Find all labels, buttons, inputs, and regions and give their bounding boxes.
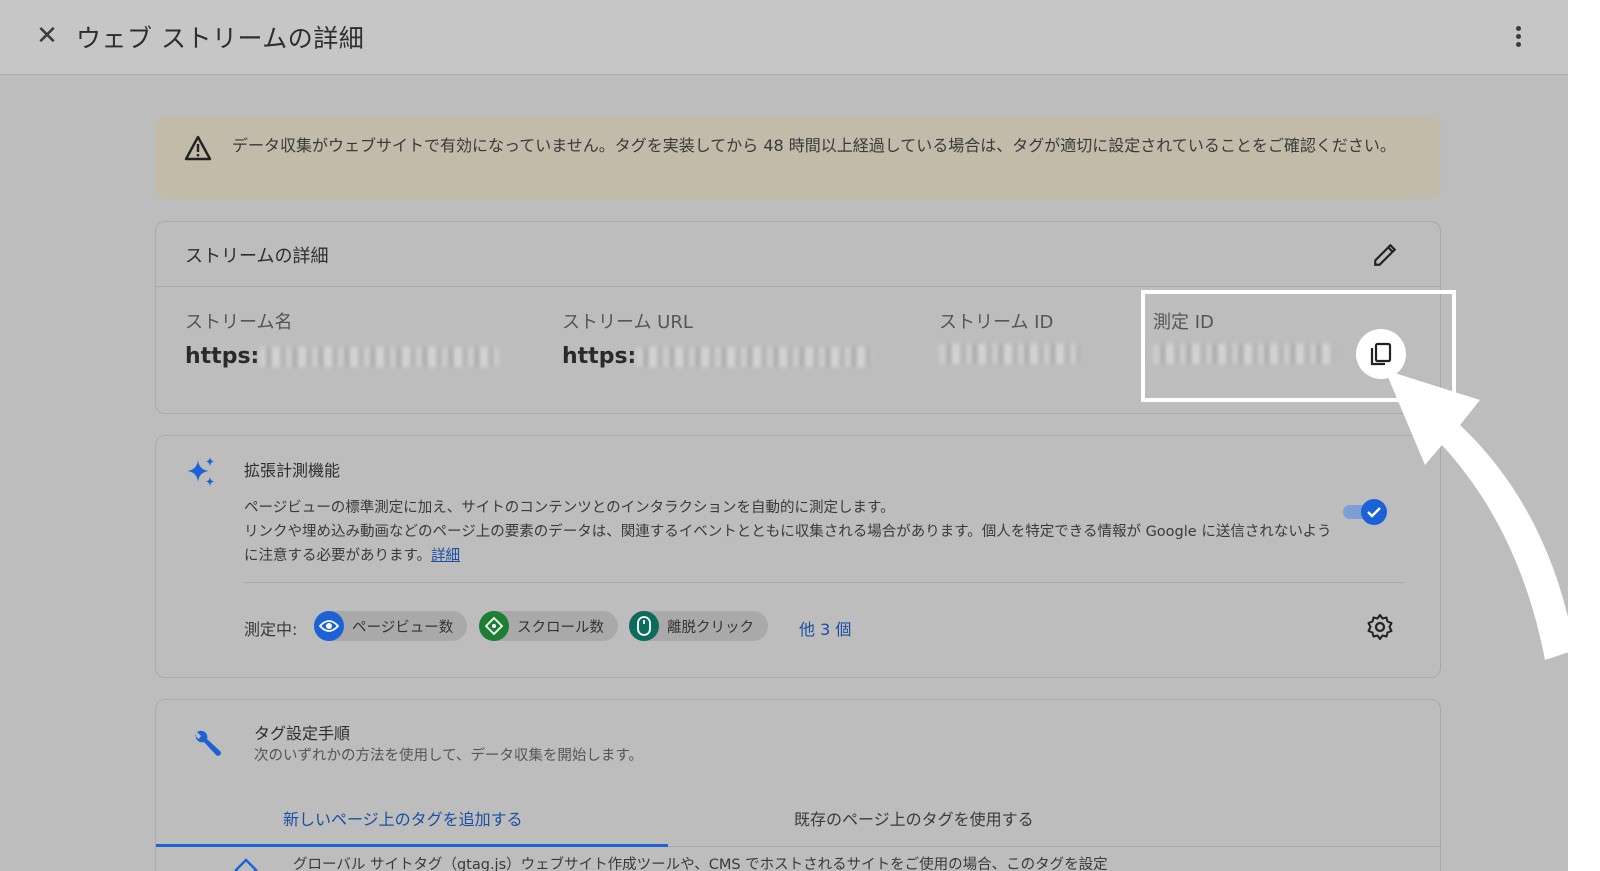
- stream-url-value[interactable]: https:: [562, 344, 873, 369]
- chip-outbound-clicks[interactable]: 離脱クリック: [629, 611, 768, 641]
- sparkle-icon: [187, 457, 214, 486]
- active-tab-indicator: [156, 844, 668, 847]
- tag-setup-subtitle: 次のいずれかの方法を使用して、データ収集を開始します。: [254, 748, 643, 764]
- stream-id-value[interactable]: [939, 344, 1079, 364]
- scroll-icon: [479, 611, 509, 641]
- more-vert-icon[interactable]: [1506, 24, 1530, 52]
- enhanced-description: ページビューの標準測定に加え、サイトのコンテンツとのインタラクションを自動的に測…: [244, 496, 1334, 568]
- pencil-icon[interactable]: [1372, 242, 1398, 268]
- chip-scrolls-label: スクロール数: [517, 619, 604, 636]
- eye-icon: [314, 611, 344, 641]
- global-site-tag-text: グローバル サイトタグ（gtag.js）ウェブサイト作成ツールや、CMS でホス…: [293, 857, 1108, 871]
- chip-page-views[interactable]: ページビュー数: [314, 611, 468, 641]
- tab-add-new-tag[interactable]: 新しいページ上のタグを追加する: [283, 806, 523, 830]
- tab-use-existing-tag[interactable]: 既存のページ上のタグを使用する: [794, 806, 1034, 830]
- warning-text: データ収集がウェブサイトで有効になっていません。タグを実装してから 48 時間以…: [232, 136, 1396, 155]
- stream-details-title: ストリームの詳細: [185, 246, 329, 267]
- warning-icon: [184, 135, 212, 161]
- divider: [244, 582, 1404, 583]
- warning-banner: データ収集がウェブサイトで有効になっていません。タグを実装してから 48 時間以…: [155, 117, 1441, 199]
- stream-url-label: ストリーム URL: [562, 312, 693, 333]
- page-title: ウェブ ストリームの詳細: [76, 24, 365, 53]
- more-events-link[interactable]: 他 3 個: [799, 616, 851, 640]
- chip-page-views-label: ページビュー数: [352, 619, 454, 636]
- stream-id-label: ストリーム ID: [939, 312, 1054, 333]
- top-bar: ✕ ウェブ ストリームの詳細: [0, 0, 1568, 75]
- stream-name-value[interactable]: https:: [185, 344, 500, 369]
- diamond-icon: [234, 858, 258, 871]
- stream-details-header: ストリームの詳細: [156, 222, 1440, 287]
- stream-url-field: ストリーム URL https:: [562, 308, 873, 369]
- tag-setup-title: タグ設定手順: [254, 724, 351, 743]
- measuring-label: 測定中:: [244, 620, 298, 639]
- enhanced-desc-line1: ページビューの標準測定に加え、サイトのコンテンツとのインタラクションを自動的に測…: [244, 500, 895, 516]
- close-icon[interactable]: ✕: [33, 22, 61, 50]
- wrench-icon: [195, 730, 221, 756]
- stream-name-label: ストリーム名: [185, 312, 293, 333]
- enhanced-measurement-card: 拡張計測機能 ページビューの標準測定に加え、サイトのコンテンツとのインタラクショ…: [155, 435, 1441, 678]
- mouse-icon: [629, 611, 659, 641]
- stream-id-field: ストリーム ID: [939, 308, 1079, 364]
- enhanced-desc-line2: リンクや埋め込み動画などのページ上の要素のデータは、関連するイベントとともに収集…: [244, 524, 1332, 564]
- pointer-arrow: [1385, 370, 1575, 660]
- chip-outbound-clicks-label: 離脱クリック: [667, 619, 754, 636]
- details-link[interactable]: 詳細: [431, 548, 460, 564]
- chip-scrolls[interactable]: スクロール数: [479, 611, 618, 641]
- stream-name-field: ストリーム名 https:: [185, 308, 500, 369]
- tag-setup-card: タグ設定手順 次のいずれかの方法を使用して、データ収集を開始します。 新しいペー…: [155, 699, 1442, 871]
- enhanced-title: 拡張計測機能: [244, 461, 341, 480]
